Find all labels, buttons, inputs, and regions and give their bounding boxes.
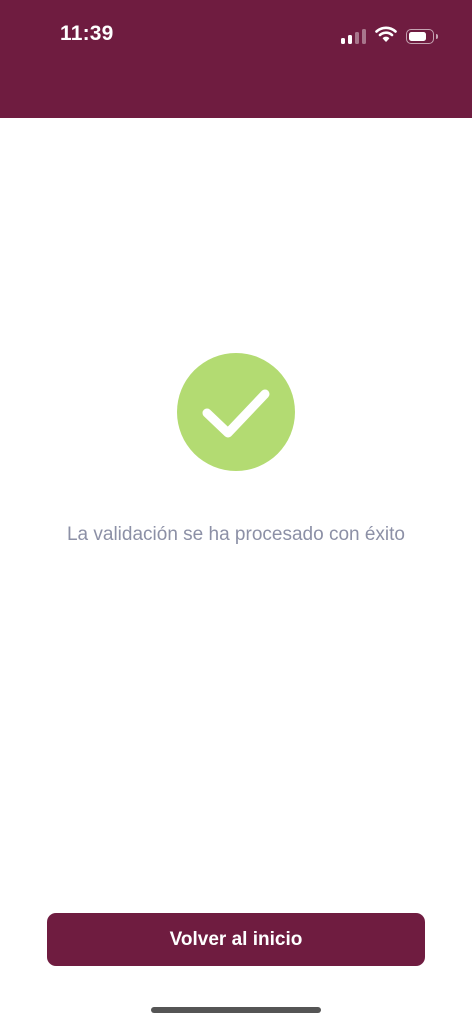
wifi-icon — [375, 26, 397, 47]
signal-icon — [341, 28, 366, 44]
home-indicator[interactable] — [151, 1007, 321, 1013]
success-message: La validación se ha procesado con éxito — [66, 524, 405, 545]
success-check-badge — [177, 353, 295, 471]
status-time: 11:39 — [60, 22, 114, 45]
app-header: 11:39 — [0, 0, 472, 118]
back-home-button[interactable]: Volver al inicio — [47, 913, 425, 966]
checkmark-icon — [202, 389, 270, 438]
status-icons — [341, 25, 438, 47]
battery-icon — [406, 28, 438, 44]
